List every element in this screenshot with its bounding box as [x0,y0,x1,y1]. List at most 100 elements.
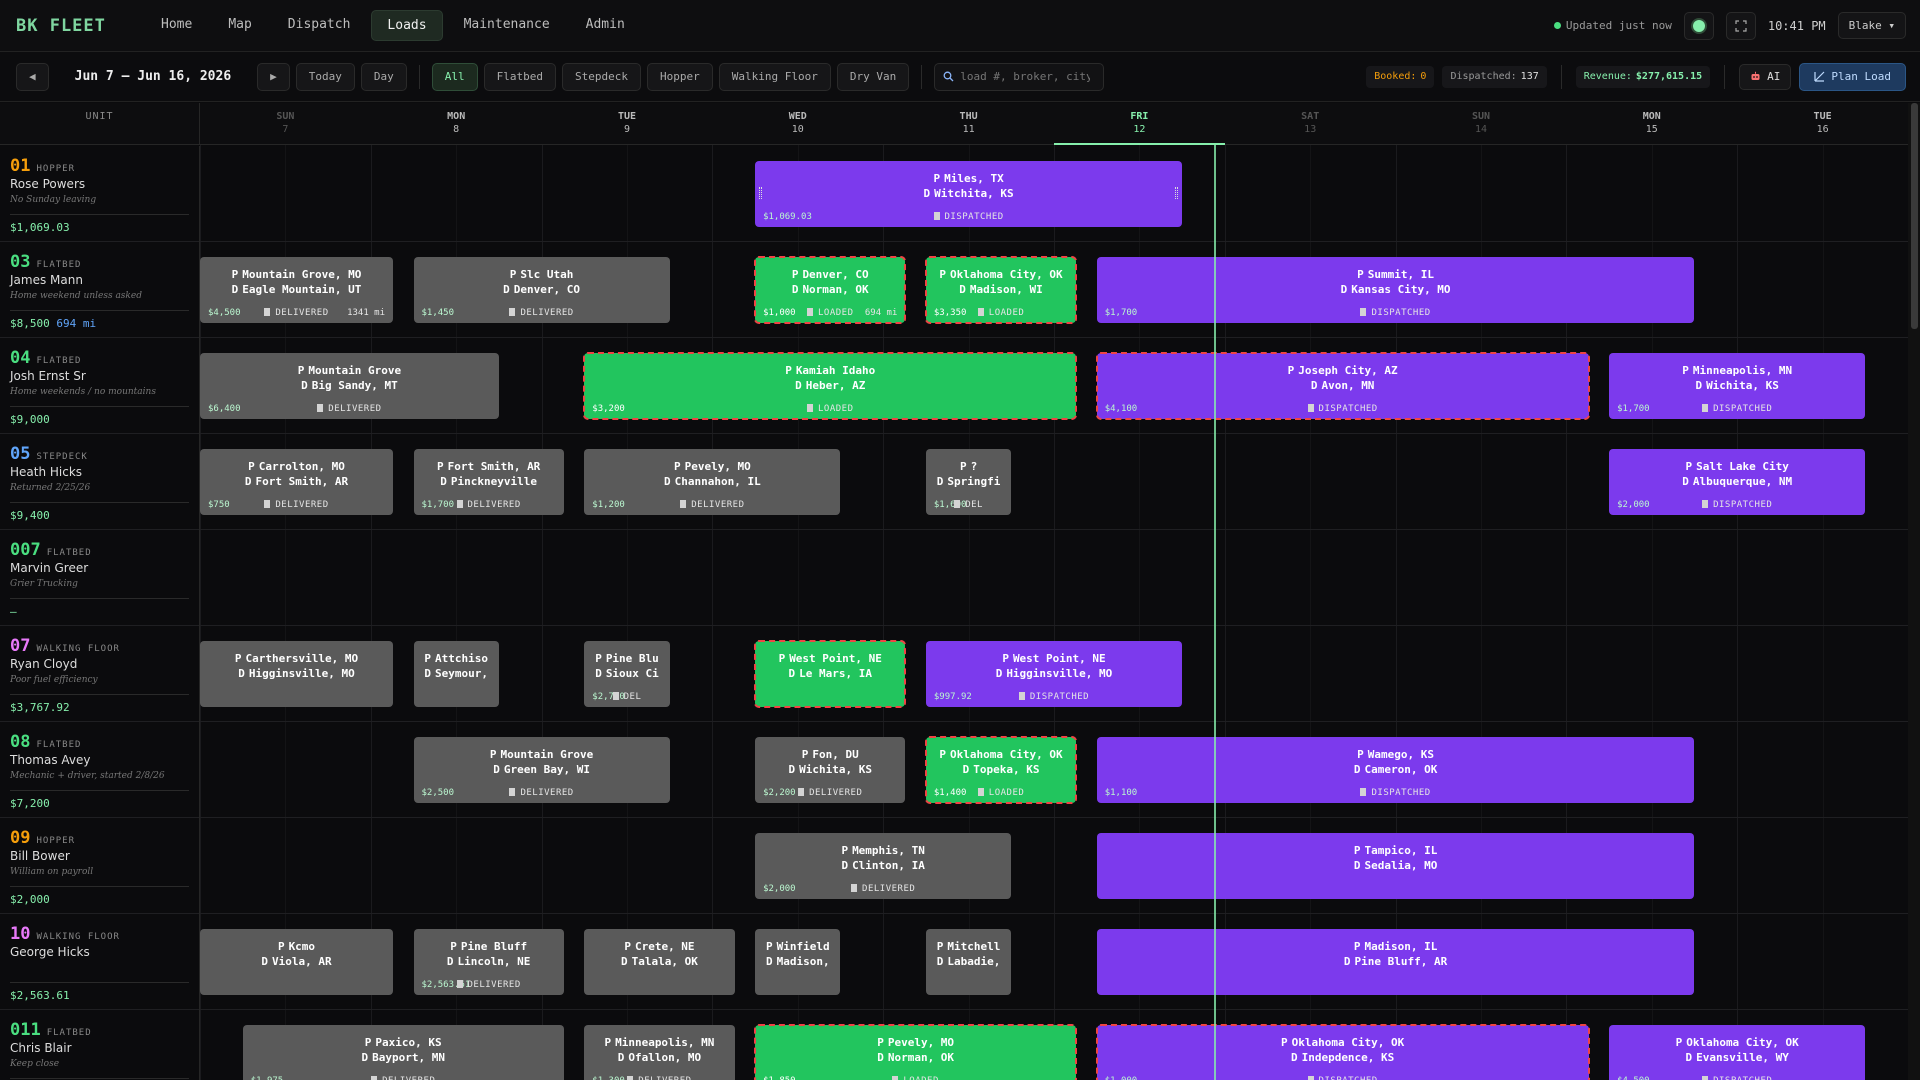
load-card[interactable]: PWinfieldDMadison,DELIVERE [755,929,841,995]
day-name: TUE [1813,111,1832,122]
search-input[interactable] [960,70,1091,83]
unit-revenue-value: $9,400 [10,509,50,522]
nav-home[interactable]: Home [146,10,207,41]
load-card[interactable]: P Carrolton, MO D Fort Smith, AR $750 DELIVER… [200,449,393,515]
user-menu-button[interactable]: Blake ▾ [1837,12,1906,39]
filter-flatbed[interactable]: Flatbed [483,62,557,91]
nav-map[interactable]: Map [213,10,266,41]
load-footer: $3,200 LOADED [592,404,1068,414]
load-card[interactable]: P West Point, NE D Higginsville, MO $997.92 D… [925,641,1183,707]
document-icon [1702,1076,1709,1080]
load-card[interactable]: P Joseph City, AZ D Avon, MN $4,100 DISPATCHE… [1095,352,1590,420]
unit-cell[interactable]: 03 FLATBED James Mann Home weekend unless a… [0,242,200,338]
prev-week-button[interactable]: ◀ [16,62,49,91]
day-header-tue-9[interactable]: TUE 9 [542,103,713,145]
today-button[interactable]: Today [295,62,355,91]
unit-cell[interactable]: 07 WALKING FLOOR Ryan Cloyd Poor fuel effic… [0,626,200,722]
day-header-sun-14[interactable]: SUN 14 [1396,103,1567,145]
next-week-button[interactable]: ▶ [257,62,290,91]
day-header-fri-12[interactable]: FRI 12 [1054,103,1225,145]
filter-dry-van[interactable]: Dry Van [836,62,910,91]
day-header-tue-16[interactable]: TUE 16 [1737,103,1908,145]
scrollbar-thumb[interactable] [1911,103,1918,329]
day-header-mon-8[interactable]: MON 8 [371,103,542,145]
load-card[interactable]: P Summit, IL D Kansas City, MO $1,700 DISPATC… [1096,257,1695,323]
fullscreen-button[interactable] [1725,11,1756,40]
load-card[interactable]: P Memphis, TN D Clinton, IA $2,000 DELIVERED [755,833,1012,899]
pickup-line: P West Point, NE [926,651,1182,666]
load-card[interactable]: P Minneapolis, MN D Wichita, KS $1,700 DISPAT… [1609,353,1866,419]
unit-cell[interactable]: 09 HOPPER Bill Bower William on payroll $2,0… [0,818,200,914]
load-card[interactable]: P Slc Utah D Denver, CO $1,450 DELIVERED [413,257,670,323]
day-header-thu-11[interactable]: THU 11 [883,103,1054,145]
document-icon [1307,404,1314,412]
unit-cell[interactable]: 08 FLATBED Thomas Avey Mechanic + driver, s… [0,722,200,818]
status-toggle-button[interactable] [1683,11,1714,40]
day-header-row: UNIT SUN 7 MON 8 TUE 9 WED 10 THU 11 FRI 12 SAT 13 SUN… [0,103,1908,145]
load-card[interactable]: P Kamiah Idaho D Heber, AZ $3,200 LOADED [583,352,1078,420]
load-card[interactable]: P Pine Blu D Sioux Ci $2,770 DEL [584,641,670,707]
nav-maintenance[interactable]: Maintenance [449,10,565,41]
load-card[interactable]: P Wamego, KS D Cameron, OK $1,100 DISPATCHED [1096,737,1695,803]
pickup-city: Kcmo [288,940,316,953]
unit-cell[interactable]: 10 WALKING FLOOR George Hicks $2,563.61 [0,914,200,1010]
vertical-scrollbar[interactable] [1908,103,1920,1080]
load-card[interactable]: PWest Point, NEDLe Mars, IALOADED [754,640,907,708]
load-card[interactable]: P Mountain Grove D Big Sandy, MT $6,400 DELIV… [200,353,499,419]
load-card[interactable]: P Miles, TX D Witchita, KS $1,069.03 DISPATCH… [755,161,1183,227]
load-card[interactable]: PAttchisoDSeymour,DELIVERE [413,641,499,707]
nav-loads[interactable]: Loads [371,10,443,41]
load-card[interactable]: P Pine Bluff D Lincoln, NE $2,563.61 DELIVERE… [413,929,564,995]
load-card[interactable]: P Fon, DU D Wichita, KS $2,200 DELIVERED [755,737,906,803]
unit-cell[interactable]: 011 FLATBED Chris Blair Keep close [0,1010,200,1080]
load-card[interactable]: POklahoma City, OKDEvansville, WY$4,500D… [1609,1025,1866,1080]
load-search[interactable] [934,62,1105,91]
load-card[interactable]: PMadison, ILDPine Bluff, ARDISPATCHED [1096,929,1695,995]
resize-handle-right[interactable] [1175,187,1179,199]
unit-cell[interactable]: 007 FLATBED Marvin Greer Grier Trucking – [0,530,200,626]
delivery-line: D Sioux Ci [584,666,669,681]
ai-button[interactable]: AI [1739,63,1792,90]
unit-cell[interactable]: 01 HOPPER Rose Powers No Sunday leaving $1,0… [0,146,200,242]
load-card[interactable]: PMitchellDLabadie,DELIVERE [925,929,1012,995]
load-footer: $1,400 LOADED [934,788,1068,798]
delivery-marker: D [1290,1051,1298,1064]
load-card[interactable]: P Mountain Grove D Green Bay, WI $2,500 DELIV… [413,737,670,803]
load-card[interactable]: PMinneapolis, MNDOfallon, MO$1,300DELIVE… [584,1025,735,1080]
load-status-text: DELIVERED [275,308,329,318]
load-card[interactable]: P Mountain Grove, MO D Eagle Mountain, UT $4… [200,257,393,323]
load-card[interactable]: POklahoma City, OKDIndepdence, KS$1,000D… [1095,1024,1590,1080]
load-card[interactable]: P Denver, CO D Norman, OK $1,000 LOADED 694 mi [754,256,907,324]
filter-hopper[interactable]: Hopper [647,62,713,91]
load-card[interactable]: PKcmoDViola, ARDELIVERED [200,929,393,995]
load-card[interactable]: PPevely, MODNorman, OK $1,850LOADED [754,1024,1078,1080]
load-card[interactable]: P Oklahoma City, OK D Madison, WI $3,350 LOAD… [924,256,1078,324]
unit-cell[interactable]: 04 FLATBED Josh Ernst Sr Home weekends / no… [0,338,200,434]
load-route: P Minneapolis, MN D Ofallon, MO [584,1035,734,1065]
load-card[interactable]: P Oklahoma City, OK D Topeka, KS $1,400 LOADE… [924,736,1078,804]
day-header-sat-13[interactable]: SAT 13 [1225,103,1396,145]
day-view-button[interactable]: Day [360,62,407,91]
load-card[interactable]: PCarthersville, MODHigginsville, MODELIV… [200,641,393,707]
filter-walking-floor[interactable]: Walking Floor [718,62,831,91]
load-route: P Oklahoma City, OK D Madison, WI [926,267,1076,297]
load-card[interactable]: P? D Springfi $1,600 DEL [925,449,1012,515]
app-logo[interactable]: BK FLEET [16,16,146,36]
delivery-line: D Bayport, MN [243,1050,564,1065]
unit-cell[interactable]: 05 STEPDECK Heath Hicks Returned 2/25/26 $9,… [0,434,200,530]
load-card[interactable]: PCrete, NEDTalala, OKDELIVERED [584,929,735,995]
nav-admin[interactable]: Admin [571,10,640,41]
filter-all[interactable]: All [431,62,478,91]
nav-dispatch[interactable]: Dispatch [273,10,366,41]
day-header-mon-15[interactable]: MON 15 [1566,103,1737,145]
plan-load-button[interactable]: Plan Load [1799,62,1906,91]
day-header-wed-10[interactable]: WED 10 [712,103,883,145]
load-card[interactable]: P Pevely, MO D Channahon, IL $1,200 DELIVERED [584,449,841,515]
load-card[interactable]: PPaxico, KSDBayport, MN$1,975DELIVERED [242,1025,564,1080]
load-card[interactable]: P Salt Lake City D Albuquerque, NM $2,000 DIS… [1609,449,1866,515]
resize-handle-left[interactable] [759,187,763,199]
filter-stepdeck[interactable]: Stepdeck [562,62,642,91]
day-header-sun-7[interactable]: SUN 7 [200,103,371,145]
load-card[interactable]: PTampico, ILDSedalia, MODISPATCHED [1096,833,1695,899]
load-card[interactable]: P Fort Smith, AR D Pinckneyville $1,700 DELIV… [413,449,564,515]
